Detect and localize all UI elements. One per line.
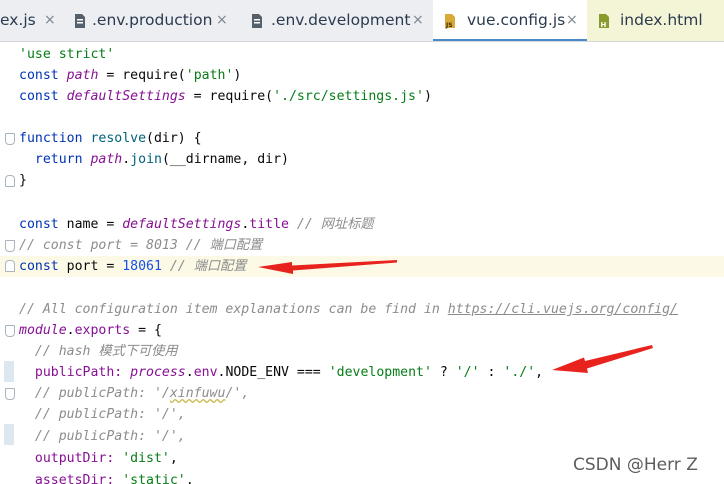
tab-label: index.html	[620, 11, 703, 29]
settings-file-icon	[75, 14, 85, 28]
code-editor[interactable]: 'use strict' const path = require('path'…	[0, 42, 724, 484]
code-line: }	[0, 170, 724, 191]
code-line: const defaultSettings = require('./src/s…	[19, 89, 432, 104]
code-line: // publicPath: '/',	[19, 407, 186, 422]
code-line: // publicPath: '/',	[19, 429, 186, 444]
fold-marker-icon[interactable]	[5, 325, 15, 337]
watermark: CSDN @Herr Z	[573, 455, 698, 475]
code-line: // All configuration item explanations c…	[19, 302, 678, 317]
tab-env-development[interactable]: .env.development ×	[240, 0, 433, 41]
settings-file-icon	[252, 14, 262, 28]
close-tab-icon[interactable]: ×	[216, 0, 228, 41]
tab-label: .env.production	[92, 11, 213, 29]
code-line: function resolve(dir) {	[0, 128, 724, 149]
code-line: return path.join(__dirname, dir)	[34, 152, 289, 167]
tab-env-production[interactable]: .env.production ×	[64, 0, 240, 41]
code-line: const path = require('path')	[19, 68, 242, 83]
svg-text:H: H	[601, 21, 607, 29]
docs-link[interactable]: https://cli.vuejs.org/config/	[448, 302, 678, 317]
code-line: // hash 模式下可使用	[19, 344, 178, 359]
close-tab-icon[interactable]: ×	[412, 0, 424, 41]
code-line: // const port = 8013 // 端口配置	[0, 235, 724, 256]
html-file-icon: H	[599, 14, 609, 29]
fold-marker-icon[interactable]	[5, 388, 15, 400]
tab-label: vue.config.js	[467, 11, 566, 29]
fold-marker-icon[interactable]	[5, 240, 15, 252]
code-line: const name = defaultSettings.title // 网址…	[19, 217, 374, 232]
tab-ex-js[interactable]: ex.js ×	[0, 0, 64, 41]
code-line: 'use strict'	[19, 47, 115, 62]
code-line: module.exports = {	[0, 320, 724, 341]
fold-marker-icon[interactable]	[5, 133, 15, 145]
code-line-current: const port = 18061 // 端口配置	[0, 256, 724, 277]
tab-index-html[interactable]: H index.html	[587, 0, 724, 41]
code-line: publicPath: process.env.NODE_ENV === 'de…	[34, 365, 544, 380]
close-tab-icon[interactable]: ×	[44, 0, 56, 41]
code-line: // publicPath: '/xinfuwu/',	[0, 383, 724, 404]
fold-marker-icon[interactable]	[5, 175, 15, 187]
editor-tab-bar: ex.js × .env.production × .env.developme…	[0, 0, 724, 42]
fold-marker-icon[interactable]	[5, 260, 15, 272]
tab-label: .env.development	[271, 11, 411, 29]
javascript-file-icon: JS	[445, 14, 455, 29]
close-tab-icon[interactable]: ×	[566, 0, 578, 41]
svg-text:JS: JS	[445, 22, 453, 29]
tab-vue-config-js[interactable]: JS vue.config.js ×	[433, 0, 587, 41]
tab-label: ex.js	[0, 11, 36, 29]
